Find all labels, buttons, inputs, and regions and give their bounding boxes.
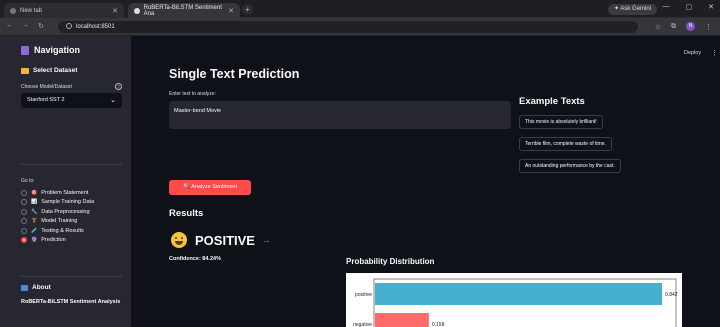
nav-radio-label: Prediction xyxy=(41,237,66,244)
crystal-ball-icon: 🔮 xyxy=(31,237,38,244)
minimize-icon[interactable]: — xyxy=(663,3,670,11)
model-select-label: Choose Model/Dataset xyxy=(21,84,72,90)
model-select[interactable]: Stanford SST 2 ⌄ xyxy=(21,93,122,108)
probability-title: Probability Distribution xyxy=(346,257,435,266)
probability-chart: positive 0.842 negative 0.158 xyxy=(346,273,682,327)
nav-radio-data-preprocessing[interactable]: 🔧 Data Preprocessing xyxy=(21,207,94,217)
maximize-icon[interactable]: ▢ xyxy=(686,3,693,11)
profile-avatar[interactable]: N xyxy=(686,22,695,31)
close-window-icon[interactable]: ✕ xyxy=(708,3,714,11)
browser-tab-new[interactable]: New tab ✕ xyxy=(4,3,124,18)
bookmark-star-icon[interactable]: ☆ xyxy=(655,23,661,31)
close-tab-icon[interactable]: ✕ xyxy=(228,7,234,15)
text-input-label: Enter text to analyze: xyxy=(169,91,216,97)
app-menu-icon[interactable]: ⋮ xyxy=(711,49,718,57)
nav-radio-model-training[interactable]: 🏋 Model Training xyxy=(21,217,94,227)
nav-radio-problem-statement[interactable]: 🎯 Problem Statement xyxy=(21,188,94,198)
back-icon[interactable]: ← xyxy=(6,22,13,30)
analyze-button-label: Analyze Sentiment xyxy=(191,184,237,190)
example-button-2[interactable]: Terrible film, complete waste of time. xyxy=(519,137,612,151)
url-input[interactable]: localhost:8501 xyxy=(58,21,638,33)
crystal-ball-icon: 🔍 xyxy=(183,184,190,190)
example-button-1[interactable]: This movie is absolutely brilliant! xyxy=(519,115,603,129)
smiling-face-icon xyxy=(171,232,187,248)
browser-nav-buttons: ← → ↻ xyxy=(6,22,44,30)
results-title: Results xyxy=(169,208,204,219)
tab-label: New tab xyxy=(20,7,43,14)
sidebar xyxy=(0,36,131,327)
example-button-3[interactable]: An outstanding performance by the cast. xyxy=(519,159,621,173)
close-tab-icon[interactable]: ✕ xyxy=(112,7,118,15)
sidebar-title: Navigation xyxy=(21,45,80,55)
radio-dot xyxy=(21,227,27,234)
nav-radio-label: Testing & Results xyxy=(41,227,84,234)
weightlifter-icon: 🏋 xyxy=(31,218,38,225)
nav-radio-label: Model Training xyxy=(41,218,78,225)
navigation-icon xyxy=(21,45,29,55)
analyze-sentiment-button[interactable]: 🔍 Analyze Sentiment xyxy=(169,180,251,195)
bar-positive xyxy=(375,283,663,305)
nav-radio-label: Problem Statement xyxy=(41,189,89,196)
confidence-text: Confidence: 84.24% xyxy=(169,256,221,262)
sidebar-title-text: Navigation xyxy=(34,45,81,55)
category-label-negative: negative xyxy=(353,322,372,327)
page-radio-group: 🎯 Problem Statement 📊 Sample Training Data… xyxy=(21,188,94,245)
window-controls: — ▢ ✕ xyxy=(663,3,715,11)
site-info-icon[interactable] xyxy=(66,23,72,29)
radio-dot xyxy=(21,199,27,206)
ask-gemini-button[interactable]: ✦ Ask Gemini xyxy=(608,4,658,15)
url-text: localhost:8501 xyxy=(76,24,115,30)
forward-icon[interactable]: → xyxy=(22,22,29,30)
about-header: About xyxy=(21,284,51,291)
radio-dot-selected xyxy=(21,237,27,244)
browser-tab-bar: New tab ✕ RoBERTa-BiLSTM Sentiment Ana ✕… xyxy=(0,0,720,18)
radio-dot xyxy=(21,208,27,215)
about-header-text: About xyxy=(32,284,51,291)
address-bar-actions: ☆ ⧉ N ⋮ xyxy=(655,22,712,31)
tab-favicon-icon xyxy=(10,7,16,14)
nav-radio-testing-results[interactable]: 🧪 Testing & Results xyxy=(21,226,94,236)
model-select-value: Stanford SST 2 xyxy=(27,97,65,103)
nav-radio-label: Sample Training Data xyxy=(41,199,95,206)
goto-label: Go to: xyxy=(21,178,35,184)
radio-dot xyxy=(21,218,27,225)
extensions-icon[interactable]: ⧉ xyxy=(671,23,676,31)
sentiment-label: POSITIVE xyxy=(195,233,255,248)
test-tube-icon: 🧪 xyxy=(31,227,38,234)
tab-label: RoBERTa-BiLSTM Sentiment Ana xyxy=(143,4,222,17)
select-dataset-text: Select Dataset xyxy=(33,67,78,74)
example-texts-title: Example Texts xyxy=(519,96,585,107)
select-dataset-header: Select Dataset xyxy=(21,67,77,74)
deploy-button[interactable]: Deploy xyxy=(684,50,701,56)
nav-radio-label: Data Preprocessing xyxy=(41,208,90,215)
folder-icon xyxy=(21,67,29,74)
value-label-positive: 0.842 xyxy=(665,292,678,298)
page-title: Single Text Prediction xyxy=(169,67,300,81)
category-label-positive: positive xyxy=(355,292,372,298)
wrench-icon: 🔧 xyxy=(31,208,38,215)
chevron-down-icon: ⌄ xyxy=(110,97,116,104)
new-tab-button[interactable]: + xyxy=(242,4,253,15)
tab-favicon-icon xyxy=(134,7,140,14)
radio-dot xyxy=(21,189,27,196)
browser-menu-icon[interactable]: ⋮ xyxy=(705,23,712,31)
reload-icon[interactable]: ↻ xyxy=(38,22,44,30)
browser-address-bar: ← → ↻ localhost:8501 ☆ ⧉ N ⋮ xyxy=(0,18,720,36)
value-label-negative: 0.158 xyxy=(432,322,445,327)
sidebar-divider xyxy=(21,164,122,165)
about-text: RoBERTa-BiLSTM Sentiment Analysis xyxy=(21,299,121,305)
nav-radio-prediction[interactable]: 🔮 Prediction xyxy=(21,236,94,246)
ask-gemini-label: Ask Gemini xyxy=(620,6,652,12)
help-icon[interactable]: ? xyxy=(115,83,122,90)
info-icon xyxy=(21,284,28,291)
text-input[interactable]: Master-bend Movie xyxy=(169,101,511,129)
nav-radio-sample-training-data[interactable]: 📊 Sample Training Data xyxy=(21,198,94,208)
browser-tab-app[interactable]: RoBERTa-BiLSTM Sentiment Ana ✕ xyxy=(128,3,240,18)
probability-chart-svg: positive 0.842 negative 0.158 xyxy=(353,278,678,327)
sidebar-divider xyxy=(21,276,122,277)
target-icon: 🎯 xyxy=(31,189,38,196)
chart-icon: 📊 xyxy=(31,199,38,206)
bar-negative xyxy=(375,313,429,327)
anchor-link-icon[interactable]: ⊶ xyxy=(264,239,269,245)
